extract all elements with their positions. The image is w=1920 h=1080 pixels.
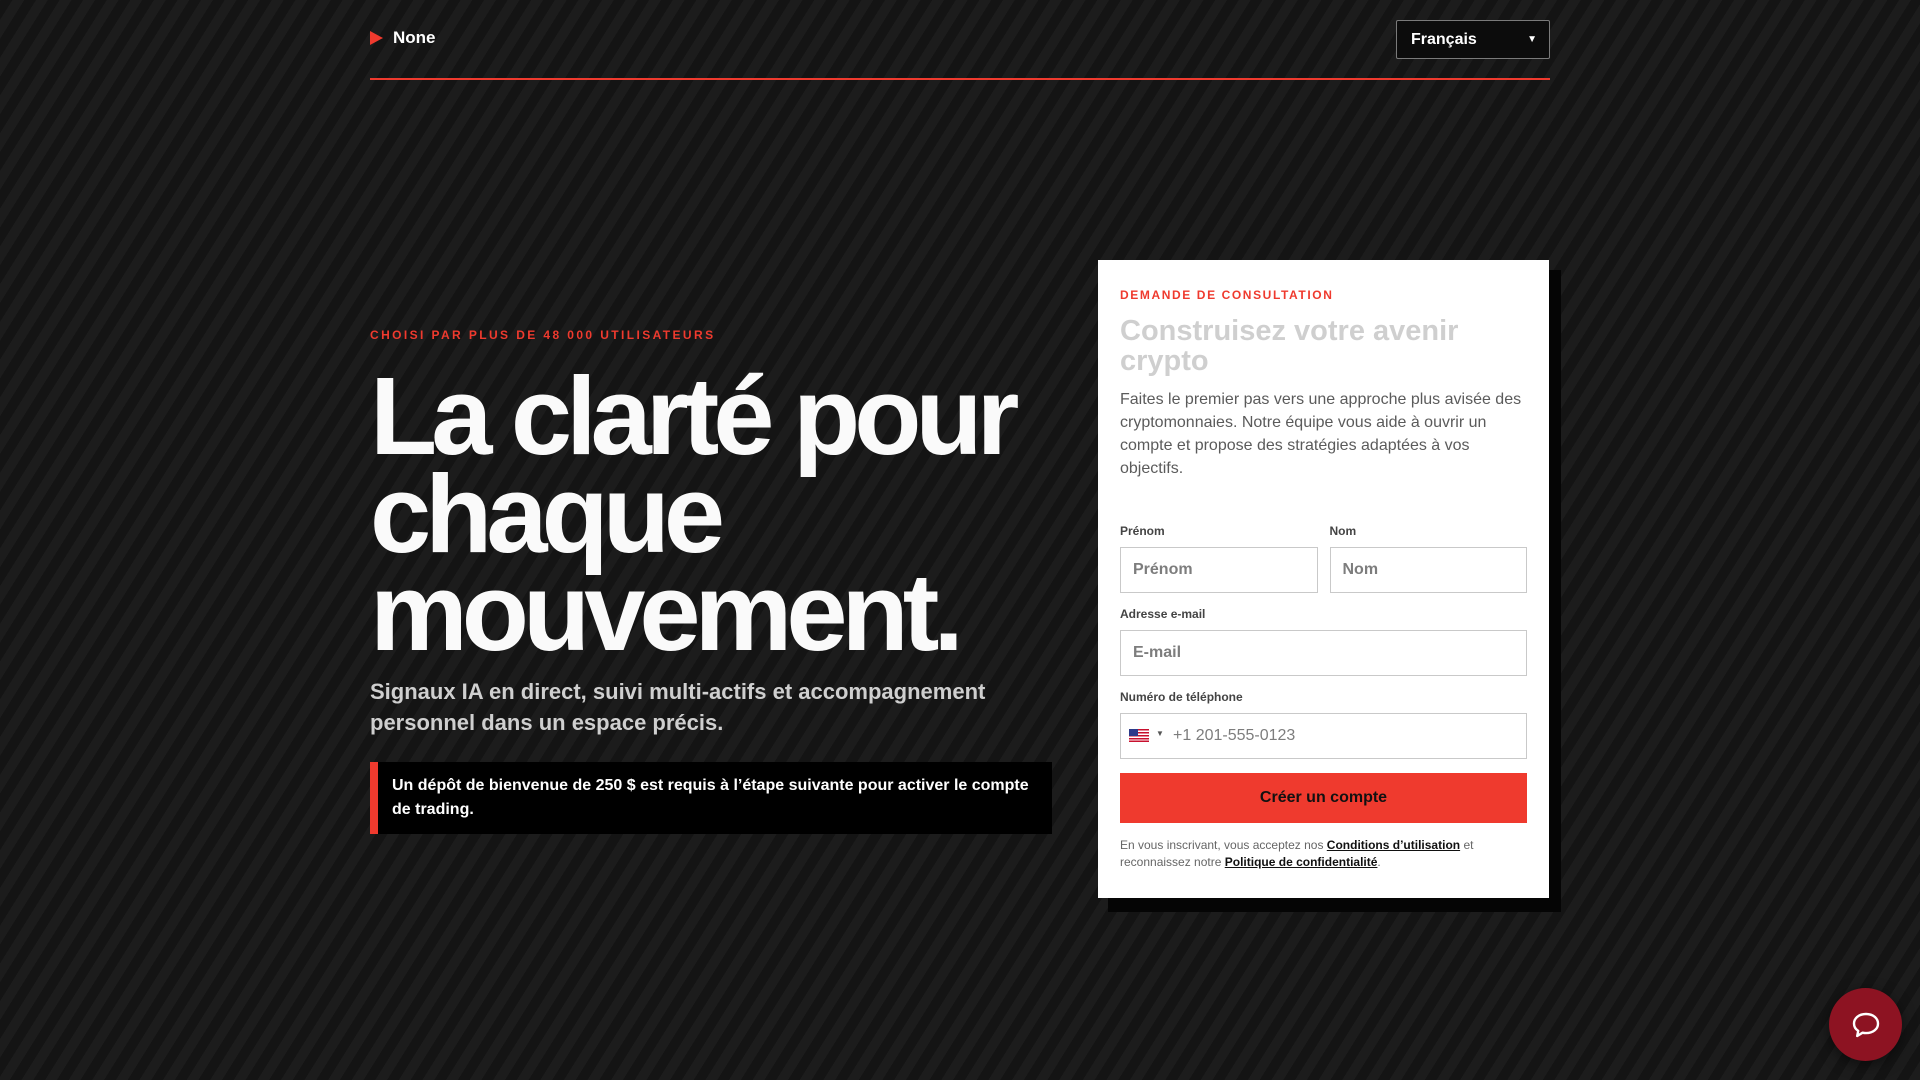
phone-label: Numéro de téléphone	[1120, 690, 1243, 704]
phone-field: ▼	[1120, 713, 1527, 759]
last-name-input[interactable]	[1329, 547, 1527, 593]
card-title: Construisez votre avenir crypto	[1120, 315, 1459, 377]
card-eyebrow: DEMANDE DE CONSULTATION	[1120, 288, 1334, 302]
us-flag-icon[interactable]	[1129, 729, 1149, 742]
chat-bubble-icon	[1852, 1012, 1879, 1037]
signup-card: DEMANDE DE CONSULTATION Construisez votr…	[1098, 260, 1549, 898]
email-label: Adresse e-mail	[1120, 607, 1206, 621]
email-input[interactable]	[1120, 630, 1527, 676]
chevron-down-icon: ▼	[1527, 34, 1537, 45]
signup-form: Prénom Nom Adresse e-mail Numéro de télé…	[1120, 524, 1527, 871]
phone-input[interactable]	[1120, 713, 1527, 759]
first-name-group: Prénom	[1120, 524, 1318, 593]
brand-name: None	[393, 28, 436, 47]
email-group: Adresse e-mail	[1120, 607, 1527, 676]
legal-prefix: En vous inscrivant, vous acceptez nos	[1120, 838, 1327, 852]
legal-suffix: .	[1377, 855, 1381, 869]
hero-title-line-3: mouvement.	[370, 551, 964, 674]
hero-subtitle: Signaux IA en direct, suivi multi-actifs…	[370, 679, 986, 735]
hero-title: La clarté pour chaque mouvement.	[370, 362, 1070, 668]
play-triangle-icon	[370, 31, 383, 45]
last-name-label: Nom	[1329, 524, 1357, 538]
privacy-link[interactable]: Politique de confidentialité	[1225, 855, 1378, 869]
hero-section: CHOISI PAR PLUS DE 48 000 UTILISATEURS L…	[370, 328, 1070, 834]
name-row: Prénom Nom	[1120, 524, 1527, 593]
card-description: Faites le premier pas vers une approche …	[1120, 391, 1522, 477]
site-header: None Français ▼	[370, 0, 1550, 80]
phone-group: Numéro de téléphone ▼	[1120, 690, 1527, 759]
terms-link[interactable]: Conditions d’utilisation	[1327, 838, 1460, 852]
last-name-group: Nom	[1329, 524, 1527, 593]
first-name-label: Prénom	[1120, 524, 1165, 538]
chat-button[interactable]	[1829, 988, 1902, 1061]
first-name-input[interactable]	[1120, 547, 1318, 593]
deposit-notice: Un dépôt de bienvenue de 250 $ est requi…	[370, 762, 1052, 834]
language-select[interactable]: Français ▼	[1396, 20, 1550, 59]
legal-text: En vous inscrivant, vous acceptez nos Co…	[1120, 837, 1527, 871]
language-select-value: Français	[1411, 30, 1477, 48]
brand-logo[interactable]: None	[370, 28, 436, 48]
hero-eyebrow: CHOISI PAR PLUS DE 48 000 UTILISATEURS	[370, 328, 716, 342]
country-dropdown-icon[interactable]: ▼	[1156, 729, 1164, 738]
create-account-button[interactable]: Créer un compte	[1120, 773, 1527, 823]
